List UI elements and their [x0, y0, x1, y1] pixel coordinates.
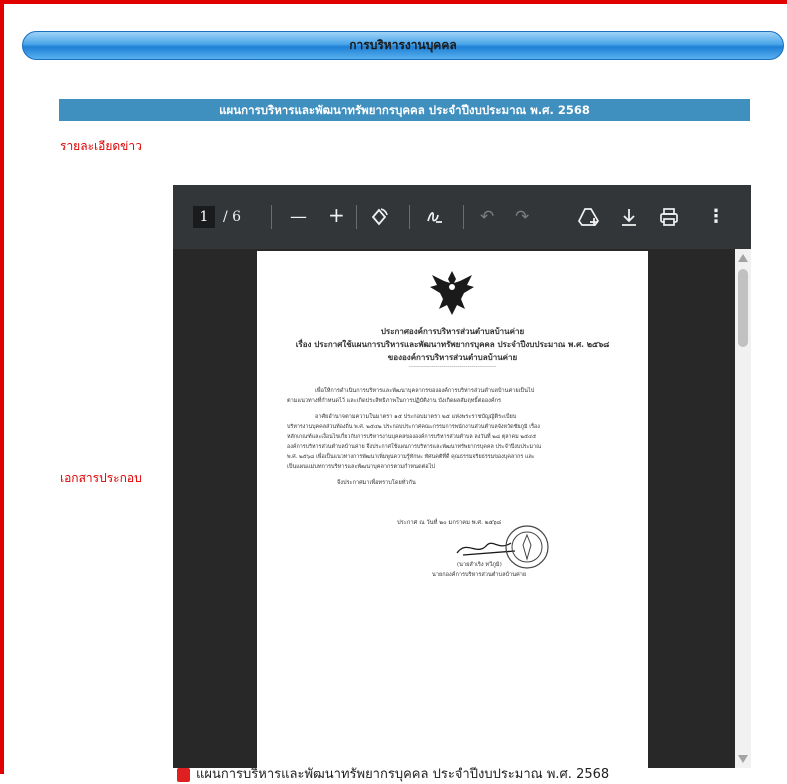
toolbar-divider [409, 205, 410, 229]
print-icon[interactable] [659, 207, 679, 232]
pdf-file-icon [177, 767, 190, 782]
doc-paragraph-line: อาศัยอำนาจตามความในมาตรา ๑๕ ประกอบมาตรา … [315, 414, 517, 420]
page-number-input[interactable]: 1 [193, 206, 215, 228]
doc-announce: จึงประกาศมาเพื่อทราบโดยทั่วกัน [337, 480, 416, 486]
pdf-viewer[interactable]: 1 / 6 — + ↶ ↷ ⋮ ประกาศองค์การบริหารส่วนต… [173, 185, 751, 768]
toolbar-divider [356, 205, 357, 229]
doc-paragraph-line: บริหารงานบุคคลส่วนท้องถิ่น พ.ศ. ๒๕๔๒ ประ… [287, 424, 540, 430]
toolbar-divider [463, 205, 464, 229]
doc-date: ประกาศ ณ วันที่ ๒๐ มกราคม พ.ศ. ๒๕๖๘ [397, 520, 502, 526]
redo-icon[interactable]: ↷ [515, 207, 529, 227]
section-header-bar: การบริหารงานบุคคล [22, 31, 784, 60]
doc-paragraph-line: ตามแนวทางที่กำหนดไว้ และเกิดประสิทธิภาพใ… [287, 398, 502, 404]
attachments-label: เอกสารประกอบ [60, 471, 142, 485]
add-drive-icon[interactable] [578, 207, 600, 232]
zoom-out-icon[interactable]: — [290, 207, 307, 227]
doc-heading: ประกาศองค์การบริหารส่วนตำบลบ้านค่าย [380, 326, 525, 336]
zoom-in-icon[interactable]: + [328, 205, 345, 225]
scrollbar-thumb[interactable] [738, 269, 748, 347]
pdf-scrollbar[interactable] [735, 249, 751, 768]
more-menu-icon[interactable]: ⋮ [707, 207, 725, 227]
undo-icon[interactable]: ↶ [480, 207, 494, 227]
download-icon[interactable] [620, 207, 638, 232]
pdf-toolbar: 1 / 6 — + ↶ ↷ ⋮ [173, 185, 751, 249]
scroll-down-icon[interactable] [738, 755, 748, 763]
doc-paragraph-line: หลักเกณฑ์และเงื่อนไขเกี่ยวกับการบริหารงา… [287, 434, 537, 440]
toolbar-divider [271, 205, 272, 229]
news-title: แผนการบริหารและพัฒนาทรัพยากรบุคคล ประจำป… [59, 99, 750, 121]
doc-paragraph-line: เพื่อให้การดำเนินการบริหารและพัฒนาบุคลาก… [315, 388, 535, 394]
page-count: / 6 [223, 209, 242, 225]
rotate-icon[interactable] [369, 207, 389, 232]
details-label: รายละเอียดข่าว [60, 139, 142, 153]
garuda-emblem-icon [427, 269, 477, 317]
official-seal-icon [503, 523, 551, 571]
doc-signer-name: (นายสำเริง ทวีภูมิ) [457, 562, 502, 568]
doc-paragraph-line: พ.ศ. ๒๕๖๘ เพื่อเป็นแนวทางการพัฒนาเพิ่มพู… [287, 454, 535, 460]
annotate-icon[interactable] [425, 207, 445, 232]
doc-divider: ----------------------------------------… [408, 363, 497, 370]
pdf-content-area: ประกาศองค์การบริหารส่วนตำบลบ้านค่าย เรื่… [173, 249, 735, 768]
doc-signer-title: นายกองค์การบริหารส่วนตำบลบ้านค่าย [432, 572, 527, 578]
attachment-filename[interactable]: แผนการบริหารและพัฒนาทรัพยากรบุคคล ประจำป… [196, 767, 609, 782]
pdf-page: ประกาศองค์การบริหารส่วนตำบลบ้านค่าย เรื่… [257, 251, 648, 768]
doc-subject: เรื่อง ประกาศใช้แผนการบริหารและพัฒนาทรัพ… [295, 339, 610, 349]
section-title: การบริหารงานบุคคล [349, 38, 457, 52]
doc-paragraph-line: องค์การบริหารส่วนตำบลบ้านค่าย จึงประกาศใ… [287, 444, 542, 450]
scroll-up-icon[interactable] [738, 254, 748, 262]
doc-paragraph-line: เป็นแผนแม่บทการบริหารและพัฒนาบุคลากรตามก… [287, 464, 435, 470]
